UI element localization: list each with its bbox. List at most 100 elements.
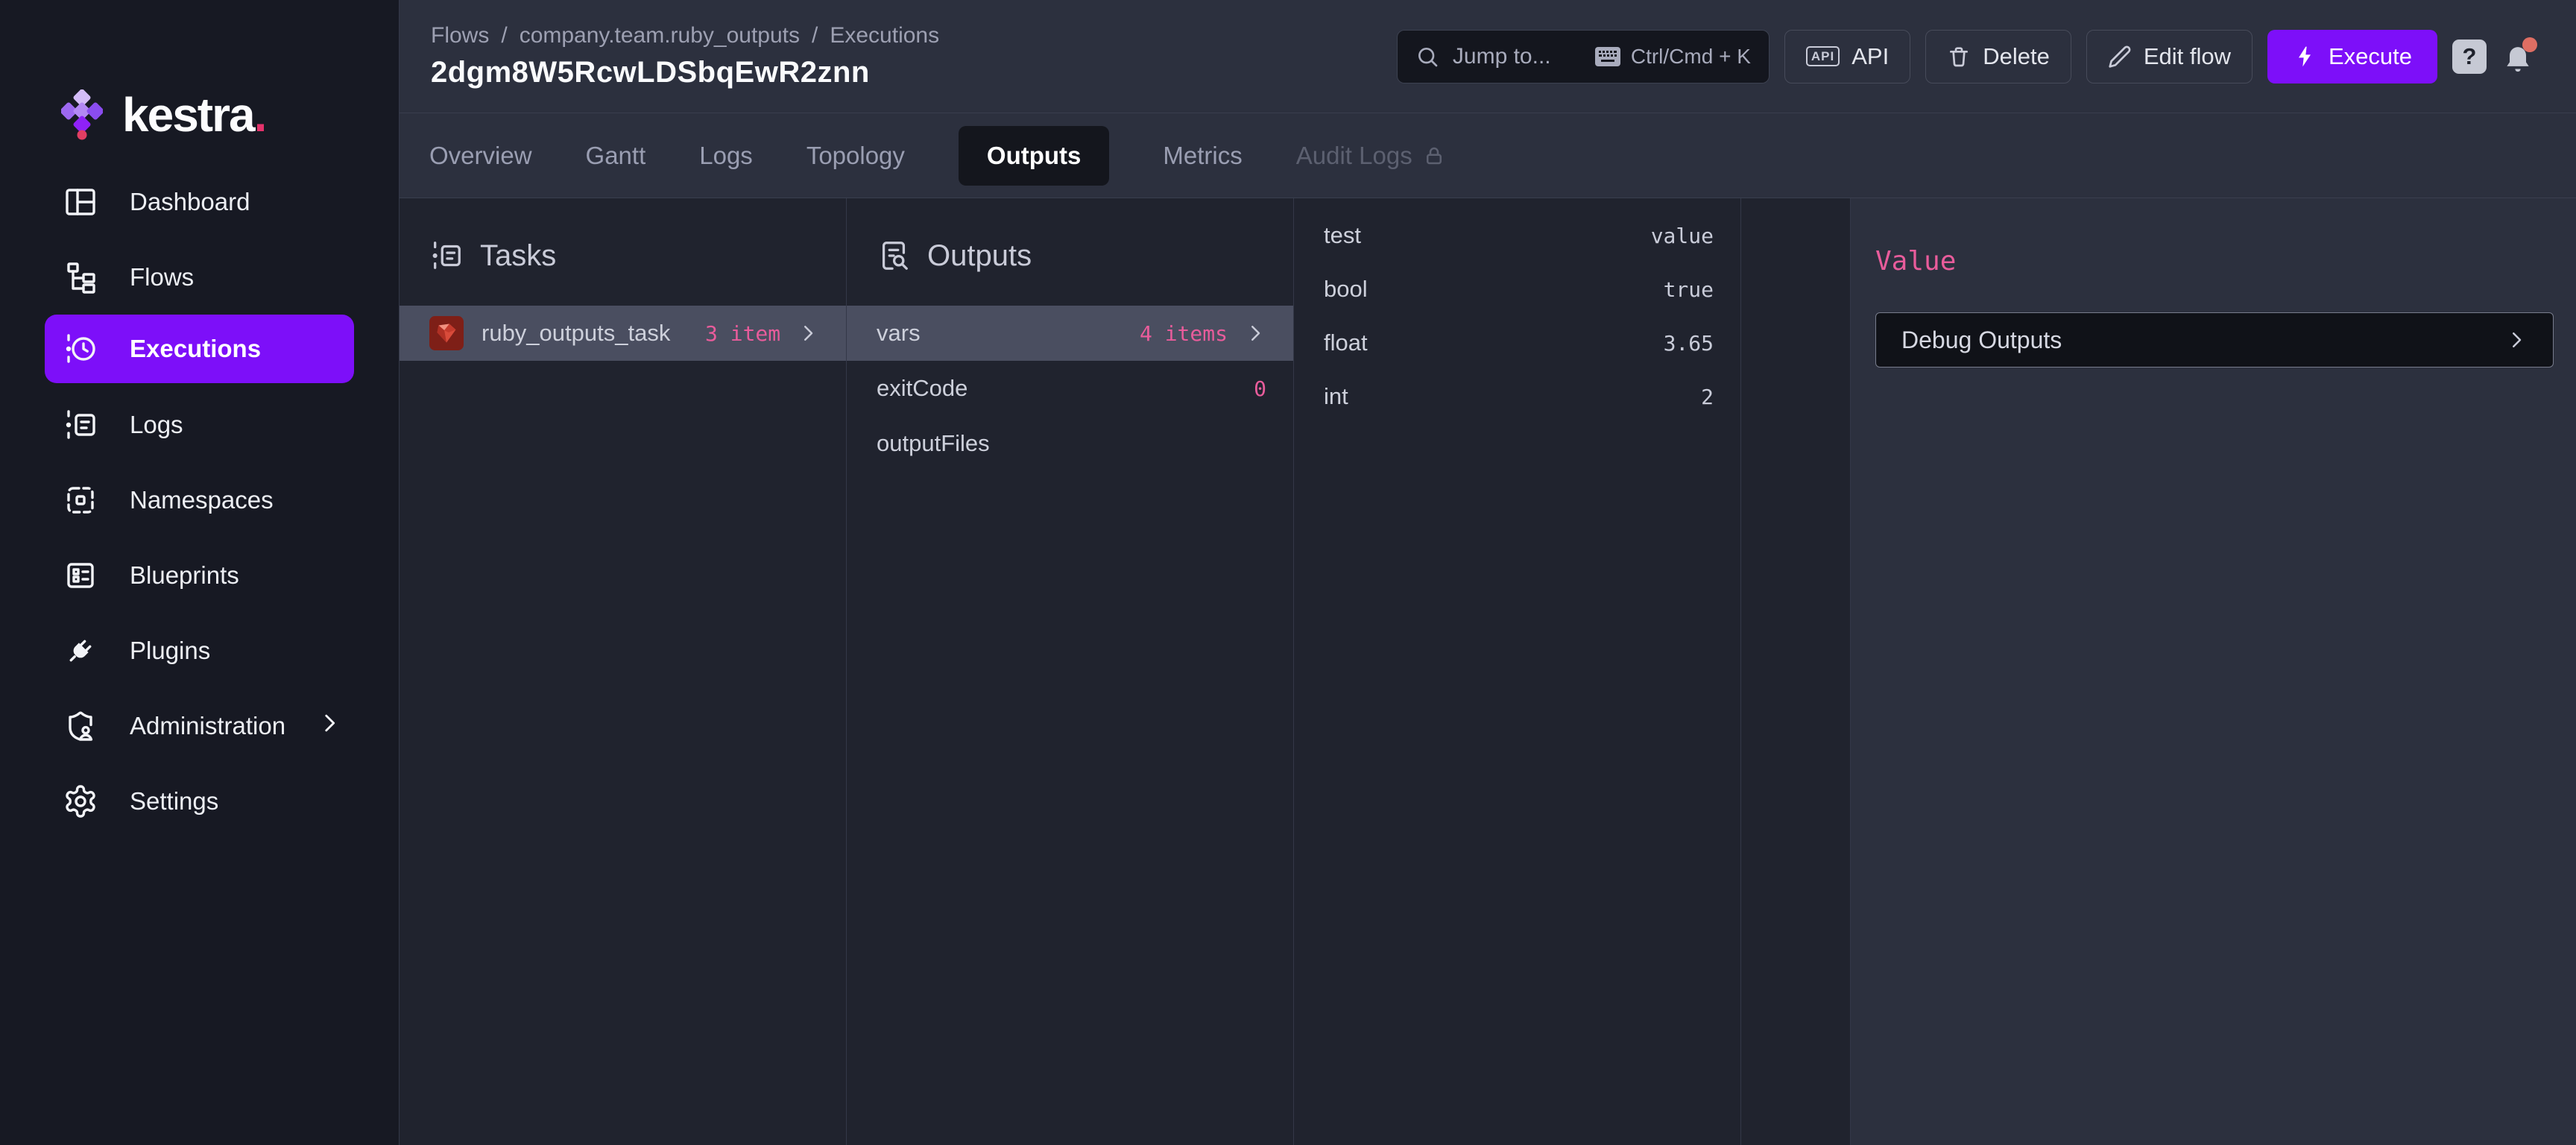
- kestra-mark-icon: [61, 89, 103, 140]
- chevron-right-icon: [1244, 322, 1266, 344]
- tab-topology[interactable]: Topology: [806, 142, 905, 170]
- executions-icon: [63, 331, 98, 367]
- sidebar-item-label: Executions: [130, 335, 261, 363]
- sidebar-item-executions[interactable]: Executions: [45, 315, 354, 383]
- ruby-icon: [429, 316, 464, 350]
- attribute-row-test[interactable]: test value: [1294, 209, 1740, 262]
- sidebar-item-administration[interactable]: Administration: [0, 688, 399, 763]
- jump-to-search[interactable]: Jump to... Ctrl/Cmd + K: [1397, 30, 1770, 83]
- breadcrumb-separator: /: [501, 23, 507, 48]
- namespaces-icon: [63, 482, 98, 518]
- value-panel: Value Debug Outputs: [1851, 198, 2576, 1145]
- keyboard-icon: [1595, 47, 1620, 66]
- tasks-column: Tasks ruby_outputs_task 3 items: [400, 198, 847, 1145]
- sidebar-item-label: Logs: [130, 411, 183, 439]
- outputs-explorer: Tasks ruby_outputs_task 3 items Outputs …: [400, 198, 2576, 1145]
- sidebar-nav: Dashboard Flows Executions Logs Namespac…: [0, 164, 399, 839]
- page-title: 2dgm8W5RcwLDSbqEwR2znn: [431, 56, 939, 89]
- attribute-value: true: [1664, 277, 1714, 302]
- tasks-header: Tasks: [400, 198, 846, 306]
- attribute-row-bool[interactable]: bool true: [1294, 262, 1740, 316]
- sidebar-item-label: Flows: [130, 263, 194, 291]
- api-badge-icon: API: [1806, 46, 1840, 66]
- attribute-value: value: [1651, 224, 1714, 248]
- output-row-exitcode[interactable]: exitCode 0: [847, 361, 1293, 416]
- tab-gantt[interactable]: Gantt: [586, 142, 646, 170]
- flows-icon: [63, 259, 98, 295]
- attribute-value: 2: [1701, 385, 1714, 409]
- output-row-outputfiles[interactable]: outputFiles: [847, 416, 1293, 471]
- api-button[interactable]: API API: [1784, 30, 1910, 83]
- logs-icon: [63, 407, 98, 443]
- sidebar-item-logs[interactable]: Logs: [0, 387, 399, 462]
- sidebar-item-flows[interactable]: Flows: [0, 239, 399, 315]
- breadcrumb-flows[interactable]: Flows: [431, 23, 489, 48]
- sidebar: kestra. Dashboard Flows Executions Logs: [0, 0, 400, 1145]
- outputs-icon: [877, 239, 911, 273]
- sidebar-item-label: Settings: [130, 787, 218, 816]
- settings-icon: [63, 783, 98, 819]
- tab-logs[interactable]: Logs: [699, 142, 753, 170]
- sidebar-item-namespaces[interactable]: Namespaces: [0, 462, 399, 537]
- attribute-row-int[interactable]: int 2: [1294, 370, 1740, 423]
- sidebar-item-label: Blueprints: [130, 561, 239, 590]
- tab-metrics[interactable]: Metrics: [1163, 142, 1242, 170]
- task-items-count: 3 items: [705, 321, 780, 346]
- help-button[interactable]: ?: [2452, 40, 2487, 74]
- tab-audit-logs: Audit Logs: [1296, 142, 1445, 170]
- sidebar-item-blueprints[interactable]: Blueprints: [0, 537, 399, 613]
- tab-outputs[interactable]: Outputs: [959, 126, 1109, 186]
- next-column-placeholder: [1741, 198, 1851, 1145]
- output-items-count: 4 items: [1140, 321, 1228, 346]
- administration-icon: [63, 708, 98, 744]
- outputs-column: Outputs vars 4 items exitCode 0 outputFi…: [847, 198, 1294, 1145]
- outputs-header: Outputs: [847, 198, 1293, 306]
- topbar: Flows / company.team.ruby_outputs / Exec…: [400, 0, 2576, 113]
- sidebar-item-label: Dashboard: [130, 188, 250, 216]
- notification-badge: [2522, 37, 2537, 52]
- search-placeholder: Jump to...: [1453, 44, 1551, 69]
- value-title: Value: [1875, 246, 2554, 277]
- execute-button[interactable]: Execute: [2267, 30, 2437, 83]
- delete-button[interactable]: Delete: [1925, 30, 2071, 83]
- breadcrumb: Flows / company.team.ruby_outputs / Exec…: [431, 23, 939, 48]
- task-row-ruby-outputs-task[interactable]: ruby_outputs_task 3 items: [400, 306, 846, 361]
- sidebar-item-label: Plugins: [130, 637, 210, 665]
- output-value: 0: [1254, 376, 1266, 401]
- chevron-right-icon: [797, 322, 819, 344]
- sidebar-item-plugins[interactable]: Plugins: [0, 613, 399, 688]
- kestra-logo[interactable]: kestra.: [0, 0, 399, 164]
- main-area: Flows / company.team.ruby_outputs / Exec…: [400, 0, 2576, 1145]
- task-name: ruby_outputs_task: [482, 320, 670, 347]
- tasks-icon: [429, 239, 464, 273]
- trash-icon: [1947, 45, 1971, 69]
- plugins-icon: [63, 633, 98, 669]
- lock-icon: [1423, 145, 1445, 167]
- breadcrumb-separator: /: [812, 23, 818, 48]
- edit-flow-button[interactable]: Edit flow: [2086, 30, 2253, 83]
- attribute-row-float[interactable]: float 3.65: [1294, 316, 1740, 370]
- pencil-icon: [2108, 45, 2132, 69]
- chevron-right-icon: [2505, 329, 2528, 351]
- chevron-right-icon: [317, 710, 342, 742]
- brand-wordmark: kestra.: [122, 87, 265, 142]
- vars-attributes-column: test value bool true float 3.65 int 2: [1294, 198, 1741, 1145]
- sidebar-item-dashboard[interactable]: Dashboard: [0, 164, 399, 239]
- topbar-actions: Jump to... Ctrl/Cmd + K API API Delete E…: [1397, 30, 2534, 83]
- output-row-vars[interactable]: vars 4 items: [847, 306, 1293, 361]
- attribute-value: 3.65: [1664, 331, 1714, 356]
- search-shortcut: Ctrl/Cmd + K: [1595, 45, 1751, 69]
- execution-tabs: Overview Gantt Logs Topology Outputs Met…: [400, 113, 2576, 198]
- lightning-icon: [2293, 45, 2317, 69]
- breadcrumb-namespace[interactable]: company.team.ruby_outputs: [520, 23, 800, 48]
- blueprints-icon: [63, 558, 98, 593]
- debug-outputs-button[interactable]: Debug Outputs: [1875, 312, 2554, 368]
- search-icon: [1415, 45, 1439, 69]
- tab-overview[interactable]: Overview: [429, 142, 532, 170]
- sidebar-item-label: Administration: [130, 712, 285, 740]
- sidebar-item-label: Namespaces: [130, 486, 274, 514]
- notifications-bell-icon[interactable]: [2501, 39, 2534, 75]
- sidebar-item-settings[interactable]: Settings: [0, 763, 399, 839]
- dashboard-icon: [63, 184, 98, 220]
- breadcrumb-executions[interactable]: Executions: [830, 23, 939, 48]
